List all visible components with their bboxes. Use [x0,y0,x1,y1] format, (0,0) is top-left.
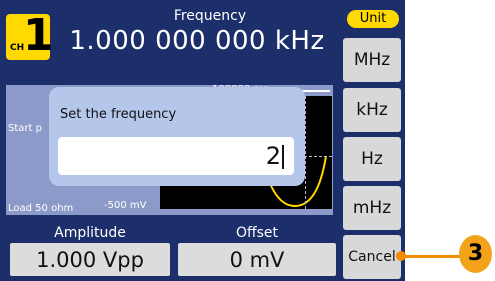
channel-number: 1 [23,10,54,61]
unit-header: Unit [347,10,399,28]
frequency-input-value: 2 [265,142,281,170]
hz-button[interactable]: Hz [343,137,401,181]
frequency-input-field[interactable]: 2 [58,137,294,175]
frequency-value: 1.000 000 000 kHz [69,26,325,56]
frequency-input-dialog: Set the frequency 2 [49,87,305,186]
dialog-label: Set the frequency [60,107,177,122]
millihz-button[interactable]: mHz [343,186,401,230]
offset-label: Offset [235,225,279,241]
callout-number: 3 [459,235,492,273]
callout-line [401,255,461,258]
mhz-button[interactable]: MHz [343,38,401,82]
time-marker-arrow-icon [300,90,330,92]
start-label: Start p [8,123,42,134]
amplitude-label: Amplitude [54,225,126,241]
offset-value[interactable]: 0 mV [178,243,336,276]
parameter-title: Frequency [173,8,247,24]
cancel-button[interactable]: Cancel [343,235,401,279]
channel-badge[interactable]: CH 1 [6,11,54,61]
text-cursor [282,145,284,169]
min-voltage-label: -500 mV [104,200,147,211]
scope-gridline-v [305,96,306,209]
amplitude-value[interactable]: 1.000 Vpp [10,243,170,276]
callout-dot [396,251,406,261]
load-label: Load 50 ohm [8,203,74,214]
khz-button[interactable]: kHz [343,88,401,132]
